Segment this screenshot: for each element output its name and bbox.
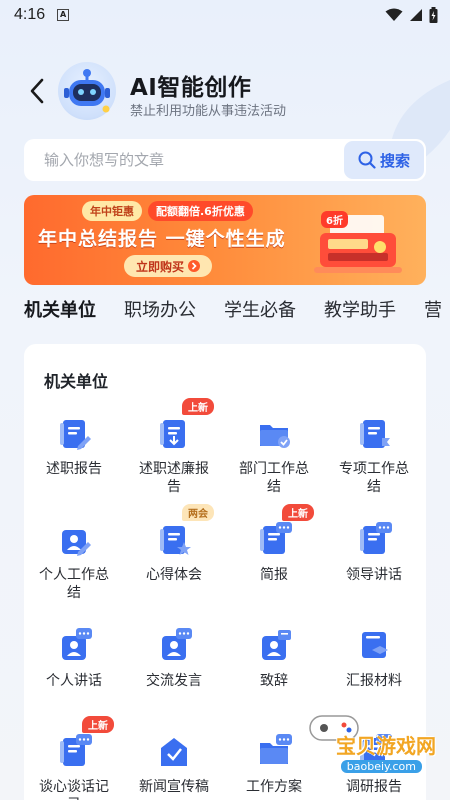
promo-banner[interactable]: 年中钜惠 配额翻倍.6折优惠 年中总结报告 一键个性生成 立即购买 6折 <box>24 195 426 285</box>
robot-icon <box>64 69 110 113</box>
tool-item[interactable]: 新闻宣传稿 <box>124 728 224 800</box>
pen-chat-icon <box>56 734 92 770</box>
item-badge: 上新 <box>282 504 314 521</box>
category-tabs: 机关单位 职场办公 学生必备 教学助手营 <box>24 296 450 330</box>
tool-item-label: 汇报材料 <box>346 673 402 689</box>
tool-item-label: 心得体会 <box>146 567 202 583</box>
tool-item-label: 个人工作总结 <box>39 567 109 601</box>
page-subtitle: 禁止利用功能从事违法活动 <box>130 104 287 119</box>
search-button[interactable]: 搜索 <box>344 141 424 179</box>
folder-check-icon <box>256 416 292 452</box>
item-badge: 两会 <box>182 504 214 521</box>
signal-icon <box>410 9 422 21</box>
person-note-icon <box>256 628 292 664</box>
buy-now-label: 立即购买 <box>136 259 185 274</box>
tool-item[interactable]: 两会心得体会 <box>124 504 224 622</box>
tool-item-label: 工作方案 <box>246 779 302 795</box>
status-time: 4:16 <box>14 6 46 23</box>
tool-item-label: 致辞 <box>260 673 288 689</box>
tab-3[interactable]: 教学助手 <box>324 296 396 330</box>
tab-1[interactable]: 职场办公 <box>124 296 196 330</box>
page-title: AI智能创作 <box>130 75 252 101</box>
tool-item[interactable]: 交流发言 <box>124 622 224 728</box>
tab-4[interactable]: 营 <box>424 296 442 330</box>
status-bar: 4:16 A <box>0 0 450 30</box>
report-edit-icon <box>56 416 92 452</box>
robot-avatar <box>58 62 116 120</box>
tool-item-label: 领导讲话 <box>346 567 402 583</box>
chevron-left-icon <box>30 78 44 104</box>
tool-item[interactable]: 上新述职述廉报告 <box>124 398 224 516</box>
tool-item-label: 专项工作总结 <box>339 461 409 495</box>
discount-badge: 6折 <box>321 211 348 228</box>
banner-tag-offer: 配额翻倍.6折优惠 <box>148 201 253 221</box>
site-watermark: 宝贝游戏网 baobeiy.com <box>304 708 436 778</box>
chat-document-icon <box>256 522 292 558</box>
tool-item-label: 交流发言 <box>146 673 202 689</box>
wifi-icon <box>385 8 403 21</box>
banner-tag-sale: 年中钜惠 <box>82 201 142 221</box>
battery-icon <box>429 7 438 23</box>
tool-item-label: 个人讲话 <box>46 673 102 689</box>
status-icons <box>385 7 438 23</box>
watermark-url: baobeiy.com <box>340 760 422 773</box>
tool-item-label: 简报 <box>260 567 288 583</box>
header: AI智能创作 禁止利用功能从事违法活动 <box>0 56 450 128</box>
buy-now-button[interactable]: 立即购买 <box>124 255 213 277</box>
tool-item[interactable]: 上新谈心谈话记录 <box>24 716 124 800</box>
tool-item[interactable]: 领导讲话 <box>324 516 424 622</box>
tool-item-label: 述职报告 <box>46 461 102 477</box>
watermark-text: 宝贝游戏网 <box>336 734 436 758</box>
tool-item[interactable]: 上新简报 <box>224 504 324 622</box>
tool-item-label: 部门工作总结 <box>239 461 309 495</box>
tool-item-label: 新闻宣传稿 <box>139 779 209 795</box>
person-edit-icon <box>56 522 92 558</box>
document-chat-icon <box>356 522 392 558</box>
back-button[interactable] <box>24 76 50 106</box>
report-download-icon <box>156 416 192 452</box>
arrow-right-circle-icon <box>188 260 201 272</box>
tool-item[interactable]: 专项工作总结 <box>324 410 424 516</box>
person-chat-icon <box>156 628 192 664</box>
document-star-icon <box>156 522 192 558</box>
document-flag-icon <box>356 416 392 452</box>
section-title: 机关单位 <box>44 372 109 391</box>
tool-item-label: 谈心谈话记录 <box>39 779 109 800</box>
person-speech-icon <box>56 628 92 664</box>
tool-item[interactable]: 个人讲话 <box>24 622 124 728</box>
search-bar: 搜索 <box>24 139 426 181</box>
tool-item[interactable]: 述职报告 <box>24 410 124 516</box>
search-button-label: 搜索 <box>379 151 410 170</box>
tool-item-label: 调研报告 <box>346 779 402 795</box>
news-envelope-icon <box>156 734 192 770</box>
tab-0[interactable]: 机关单位 <box>24 296 96 330</box>
notification-icon: A <box>57 9 70 21</box>
stacked-layers-icon <box>356 628 392 664</box>
folder-chat-icon <box>256 734 292 770</box>
tool-item[interactable]: 部门工作总结 <box>224 410 324 516</box>
banner-headline: 年中总结报告 一键个性生成 <box>38 228 286 250</box>
tool-item[interactable]: 个人工作总结 <box>24 516 124 622</box>
search-icon <box>358 151 376 169</box>
item-badge: 上新 <box>82 716 114 733</box>
search-input[interactable] <box>24 139 344 181</box>
tool-item-label: 述职述廉报告 <box>139 461 209 495</box>
tab-2[interactable]: 学生必备 <box>224 296 296 330</box>
item-badge: 上新 <box>182 398 214 415</box>
